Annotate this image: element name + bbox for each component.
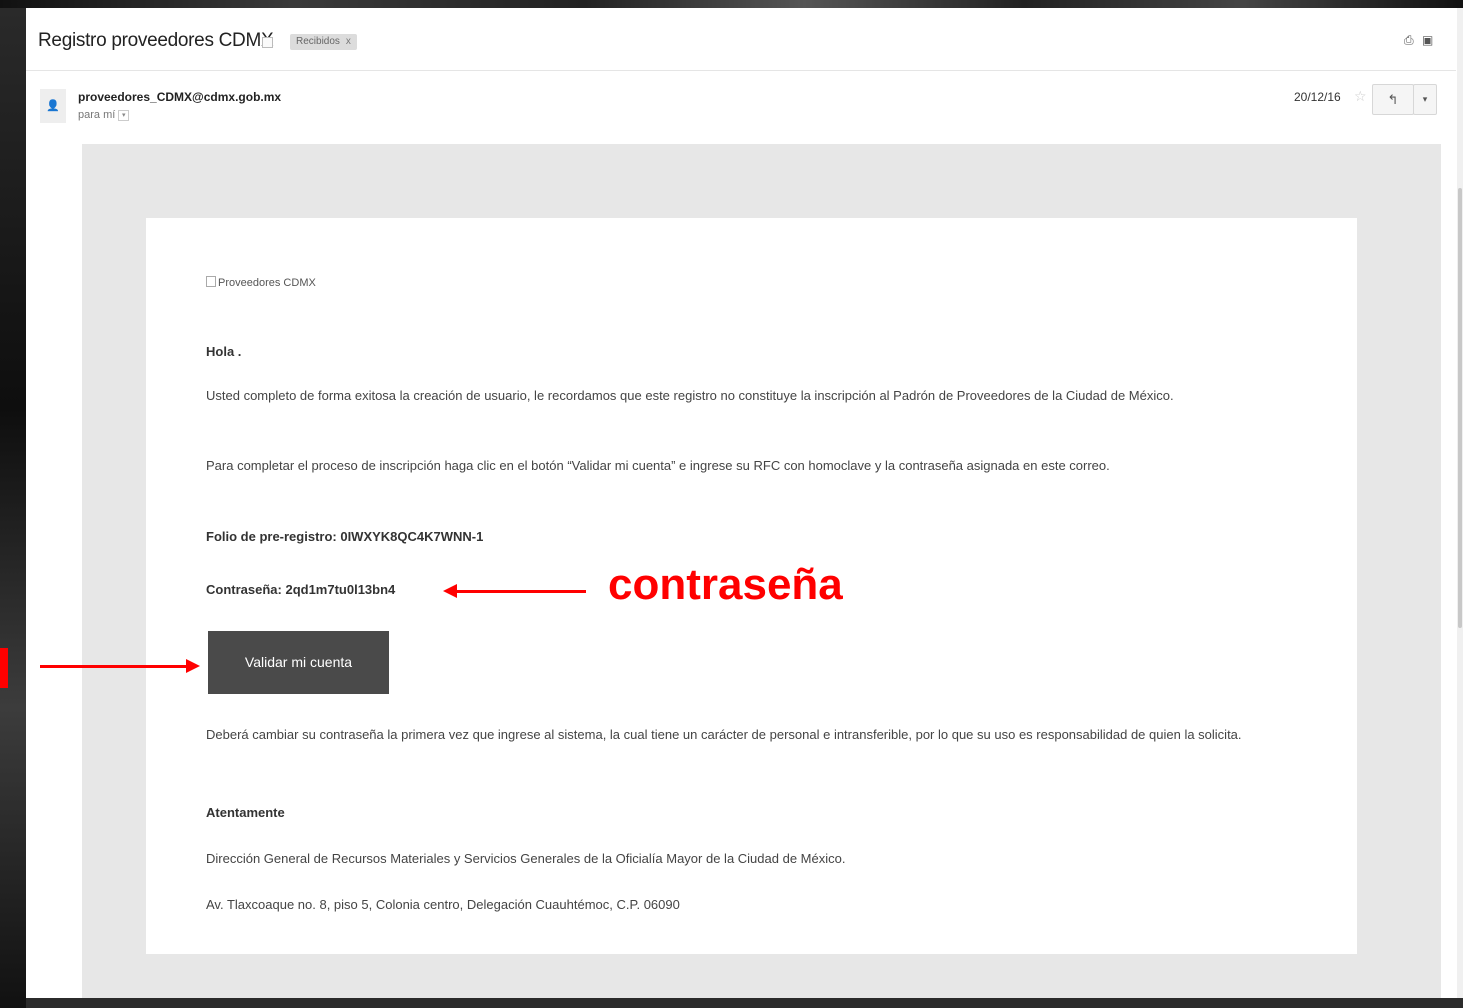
scrollbar[interactable] [1457, 8, 1463, 998]
organization-text: Dirección General de Recursos Materiales… [206, 851, 846, 866]
email-subject: Registro proveedores CDMX [38, 30, 274, 51]
show-details-icon[interactable]: ▾ [118, 109, 130, 121]
inbox-label-chip[interactable]: Recibidos x [290, 34, 357, 50]
important-marker-icon[interactable] [262, 37, 273, 48]
annotation-arrow-password-line [456, 590, 586, 593]
background-bottom-band [26, 998, 1463, 1008]
star-icon[interactable]: ☆ [1354, 88, 1367, 105]
logo-alt-text: Proveedores CDMX [218, 277, 316, 289]
paragraph-password-change: Deberá cambiar su contraseña la primera … [206, 727, 1242, 742]
background-photo-strip [0, 0, 1463, 8]
remove-label-icon[interactable]: x [346, 36, 351, 47]
address-text: Av. Tlaxcoaque no. 8, piso 5, Colonia ce… [206, 897, 680, 912]
chevron-down-icon: ▾ [1422, 94, 1428, 104]
message-date: 20/12/16 [1294, 90, 1341, 104]
broken-image-icon [206, 276, 216, 287]
new-window-icon[interactable]: ▣ [1422, 34, 1434, 46]
paragraph-instructions: Para completar el proceso de inscripción… [206, 458, 1110, 473]
annotation-arrow-button-head [186, 659, 200, 673]
recipient-text: para mí [78, 109, 116, 121]
reply-button[interactable]: ↰ [1372, 84, 1414, 115]
more-actions-button[interactable]: ▾ [1413, 84, 1437, 115]
logo-image: Proveedores CDMX [206, 276, 316, 289]
annotation-label: contraseña [608, 560, 843, 609]
validate-account-button[interactable]: Validar mi cuenta [208, 631, 389, 694]
greeting: Hola . [206, 344, 242, 359]
folio-text: Folio de pre-registro: 0IWXYK8QC4K7WNN-1 [206, 529, 484, 544]
annotation-arrow-password-head [443, 584, 457, 598]
sender-address[interactable]: proveedores_CDMX@cdmx.gob.mx [78, 90, 281, 104]
email-window: Registro proveedores CDMX Recibidos x ⎙ ▣… [26, 8, 1463, 998]
label-text: Recibidos [296, 36, 340, 47]
background-photo-edge [0, 8, 26, 1008]
scroll-thumb[interactable] [1458, 188, 1462, 628]
sender-avatar: 👤 [40, 89, 66, 123]
recipient-line: para mí ▾ [78, 109, 130, 121]
annotation-left-bar [0, 648, 8, 688]
closing-text: Atentamente [206, 805, 285, 820]
print-icon[interactable]: ⎙ [1404, 34, 1416, 46]
reply-icon: ↰ [1387, 92, 1399, 107]
subject-bar: Registro proveedores CDMX Recibidos x ⎙ ▣ [26, 8, 1456, 71]
annotation-arrow-button-line [40, 665, 188, 668]
paragraph-registration: Usted completo de forma exitosa la creac… [206, 388, 1174, 403]
